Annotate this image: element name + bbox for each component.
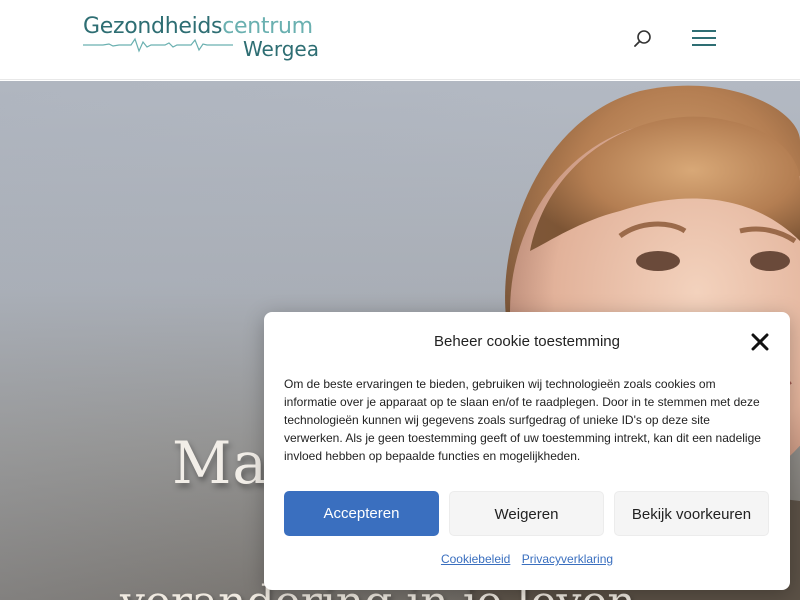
logo-text-part3: Wergea <box>242 37 319 61</box>
hamburger-line <box>692 44 716 46</box>
accept-button[interactable]: Accepteren <box>284 491 439 536</box>
site-logo[interactable]: Gezondheidscentrum Wergea <box>83 14 323 64</box>
hamburger-menu-button[interactable] <box>692 30 716 50</box>
hamburger-line <box>692 37 716 39</box>
cookie-consent-dialog: Beheer cookie toestemming Om de beste er… <box>264 312 790 590</box>
close-dialog-button[interactable] <box>750 332 770 352</box>
view-preferences-button[interactable]: Bekijk voorkeuren <box>614 491 769 536</box>
hamburger-line <box>692 30 716 32</box>
cookie-dialog-title: Beheer cookie toestemming <box>434 333 620 350</box>
search-icon <box>634 30 651 47</box>
cookie-policy-link[interactable]: Cookiebeleid <box>441 552 510 566</box>
cookie-links: Cookiebeleid Privacyverklaring <box>264 552 790 566</box>
logo-text-part2: centrum <box>222 14 313 39</box>
deny-button[interactable]: Weigeren <box>449 491 604 536</box>
cookie-dialog-body: Om de beste ervaringen te bieden, gebrui… <box>284 377 761 463</box>
privacy-statement-link[interactable]: Privacyverklaring <box>522 552 613 566</box>
search-button[interactable] <box>632 28 654 50</box>
heartbeat-line-icon <box>83 37 233 53</box>
site-header: Gezondheidscentrum Wergea <box>0 0 800 80</box>
close-icon <box>751 333 769 351</box>
